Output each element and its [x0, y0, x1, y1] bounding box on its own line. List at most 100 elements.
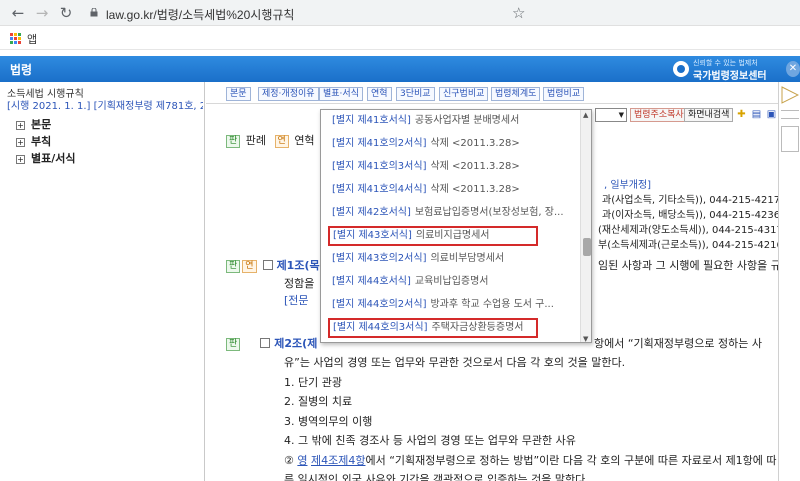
article-checkbox[interactable]	[262, 260, 273, 270]
revision-info-text: , 일부개정]	[604, 180, 652, 191]
form-list-item[interactable]: [별지 제41호서식] 공동사업자별 분배명세서	[332, 112, 578, 130]
tab-amendment-reason[interactable]: 제정·개정이유	[258, 87, 319, 101]
tab-main-text[interactable]: 본문	[226, 87, 251, 101]
article-checkbox[interactable]	[260, 338, 271, 348]
display-select[interactable]	[595, 108, 627, 122]
print-icon[interactable]: ▤	[751, 109, 762, 120]
article-2-item: 3. 병역의무의 이행	[284, 415, 373, 428]
popup-scrollbar[interactable]: ▲ ▼	[580, 110, 591, 342]
form-list-item[interactable]: [별지 제41호의2서식] 삭제 <2011.3.28>	[332, 135, 578, 153]
expand-icon[interactable]: +	[16, 155, 25, 164]
history-label: 연혁	[294, 134, 315, 147]
reload-icon[interactable]: ↻	[58, 5, 74, 21]
article-1-header: 판 연 제1조(목	[226, 257, 320, 273]
decree-link[interactable]: 영	[297, 454, 307, 467]
article-1-text: 임된 사항과 그 시행에 필요한 사항을 규	[598, 259, 781, 272]
history-badge[interactable]: 연	[242, 260, 257, 273]
save-icon[interactable]: ▣	[766, 109, 777, 120]
sidebar-item-main-text[interactable]: + 본문	[16, 116, 51, 132]
favorite-icon[interactable]: ✚	[736, 109, 747, 120]
form-list-item[interactable]: [별지 제44호의2서식] 방과후 학교 수업용 도서 구...	[332, 296, 578, 314]
sidebar-item-forms[interactable]: + 별표/서식	[16, 150, 76, 166]
form-description: 방과후 학교 수업용 도서 구...	[430, 299, 554, 310]
divider	[781, 118, 799, 119]
side-panel-strip	[778, 82, 800, 481]
article-1-text: 정함을	[284, 277, 315, 290]
scroll-up-arrow-icon[interactable]: ▲	[583, 111, 588, 119]
form-code: [별지 제41호의3서식]	[332, 161, 427, 172]
contact-line: 과(이자소득, 배당소득)), 044-215-4236	[602, 210, 781, 221]
brand-logo[interactable]: 신뢰할 수 있는 법제처 국가법령정보센터	[673, 58, 783, 82]
bookmark-star-icon[interactable]: ☆	[512, 4, 525, 22]
form-description: 삭제 <2011.3.28>	[430, 138, 520, 149]
form-description: 주택자금상환등증명서	[431, 322, 524, 333]
form-code: [별지 제43호서식]	[333, 230, 412, 241]
sidebar-item-addenda[interactable]: + 부칙	[16, 133, 51, 149]
apps-grid-icon[interactable]	[10, 33, 21, 44]
form-list-item[interactable]: [별지 제44호의3서식] 주택자금상환등증명서	[328, 318, 538, 338]
form-description: 삭제 <2011.3.28>	[430, 161, 520, 172]
sidebar-law-subtitle[interactable]: [시행 2021. 1. 1.] [기획재정부령 제781호, 20	[7, 97, 203, 112]
panel-grid	[781, 126, 799, 152]
form-code: [별지 제42호서식]	[332, 207, 411, 218]
tab-law-compare[interactable]: 법령비교	[543, 87, 585, 101]
apps-bookmark-label[interactable]: 앱	[27, 31, 37, 47]
form-code: [별지 제44호의2서식]	[332, 299, 427, 310]
history-badge: 연	[274, 135, 289, 148]
copy-law-address-button[interactable]: 법령주소복사	[630, 108, 688, 122]
expand-icon[interactable]: +	[16, 138, 25, 147]
forms-dropdown-popup: [별지 제41호서식] 공동사업자별 분배명세서 [별지 제41호의2서식] 삭제 <…	[320, 109, 592, 343]
form-code: [별지 제41호의4서식]	[332, 184, 427, 195]
article-title[interactable]: 제2조(제	[274, 337, 317, 350]
form-code: [별지 제44호의3서식]	[333, 322, 428, 333]
sidebar-item-label: 별표/서식	[31, 152, 76, 165]
forward-arrow-icon[interactable]: →	[34, 5, 50, 21]
sidebar-item-label: 본문	[31, 118, 52, 131]
form-list-item[interactable]: [별지 제42호서식] 보험료납입증명서(보장성보험, 장...	[332, 204, 578, 222]
contact-line: 부(소득세제과(근로소득)), 044-215-4216	[598, 240, 783, 251]
tab-three-way-compare[interactable]: 3단비교	[396, 87, 435, 101]
form-list-item[interactable]: [별지 제43호의2서식] 의료비부담명세서	[332, 250, 578, 268]
article-2-header: 판 제2조(제	[226, 335, 317, 351]
form-code: [별지 제41호의2서식]	[332, 138, 427, 149]
scroll-down-arrow-icon[interactable]: ▼	[583, 335, 588, 342]
brand-name: 국가법령정보센터	[693, 71, 767, 82]
browser-address-bar: ← → ↻ law.go.kr/법령/소득세법%20시행규칙 ☆	[0, 0, 800, 26]
tab-bar: 본문 제정·개정이유 별표·서식 연혁 3단비교 신구법비교 법령체계도 법령비…	[206, 82, 800, 104]
precedent-badge[interactable]: 판	[226, 338, 241, 351]
expand-icon[interactable]: +	[16, 121, 25, 130]
bookmarks-bar: 앱	[0, 26, 800, 50]
tab-history[interactable]: 연혁	[367, 87, 392, 101]
collapse-panel-icon[interactable]	[781, 86, 799, 104]
form-description: 교육비납입증명서	[414, 276, 489, 287]
article-2-text: 항에서 “기획재정부령으로 정하는 사	[594, 337, 762, 350]
article-2-item: 4. 그 밖에 친족 경조사 등 사업의 경영 또는 업무와 무관한 사유	[284, 434, 576, 447]
form-list-item[interactable]: [별지 제43호서식] 의료비지급명세서	[328, 226, 538, 246]
article-title[interactable]: 제1조(목	[277, 259, 320, 272]
tab-forms[interactable]: 별표·서식	[319, 87, 363, 101]
url-text[interactable]: law.go.kr/법령/소득세법%20시행규칙	[106, 6, 294, 23]
back-arrow-icon[interactable]: ←	[10, 5, 26, 21]
form-list-item[interactable]: [별지 제44호서식] 교육비납입증명서	[332, 273, 578, 291]
article-2-text: 른 일시적인 외국 사유와 기간을 객관적으로 입증하는 것을 말한다.	[284, 473, 589, 481]
full-text-link[interactable]: [전문	[284, 292, 309, 308]
in-page-search-button[interactable]: 화면내검색	[684, 108, 734, 122]
tab-law-structure[interactable]: 법령체계도	[491, 87, 541, 101]
tab-old-new-compare[interactable]: 신구법비교	[439, 87, 489, 101]
contact-line: 과(사업소득, 기타소득)), 044-215-4217	[602, 195, 781, 206]
form-code: [별지 제41호서식]	[332, 115, 411, 126]
article-2-text: 유”는 사업의 경영 또는 업무와 무관한 것으로서 다음 각 호의 것을 말한…	[284, 356, 626, 369]
form-list-item[interactable]: [별지 제44호의4서식]장기주택저당차입금 이자상환	[332, 342, 578, 343]
form-description: 의료비부담명세서	[430, 253, 505, 264]
close-icon[interactable]: ✕	[786, 61, 800, 77]
form-list-item[interactable]: [별지 제41호의3서식] 삭제 <2011.3.28>	[332, 158, 578, 176]
site-title: 법령	[10, 63, 33, 77]
article-reference-link[interactable]: 제4조제4항	[311, 454, 365, 467]
article-2-paragraph-2: ② 영 제4조제4항에서 “기획재정부령으로 정하는 방법”이란 다음 각 호의…	[284, 452, 777, 468]
precedent-badge[interactable]: 판	[226, 260, 241, 273]
contact-line: (재산세제과(양도소득세)), 044-215-4317	[598, 225, 783, 236]
scrollbar-thumb[interactable]	[583, 238, 591, 256]
precedent-label: 판례	[245, 134, 267, 147]
form-list-item[interactable]: [별지 제41호의4서식] 삭제 <2011.3.28>	[332, 181, 578, 199]
article-2-item: 1. 단기 관광	[284, 376, 342, 389]
